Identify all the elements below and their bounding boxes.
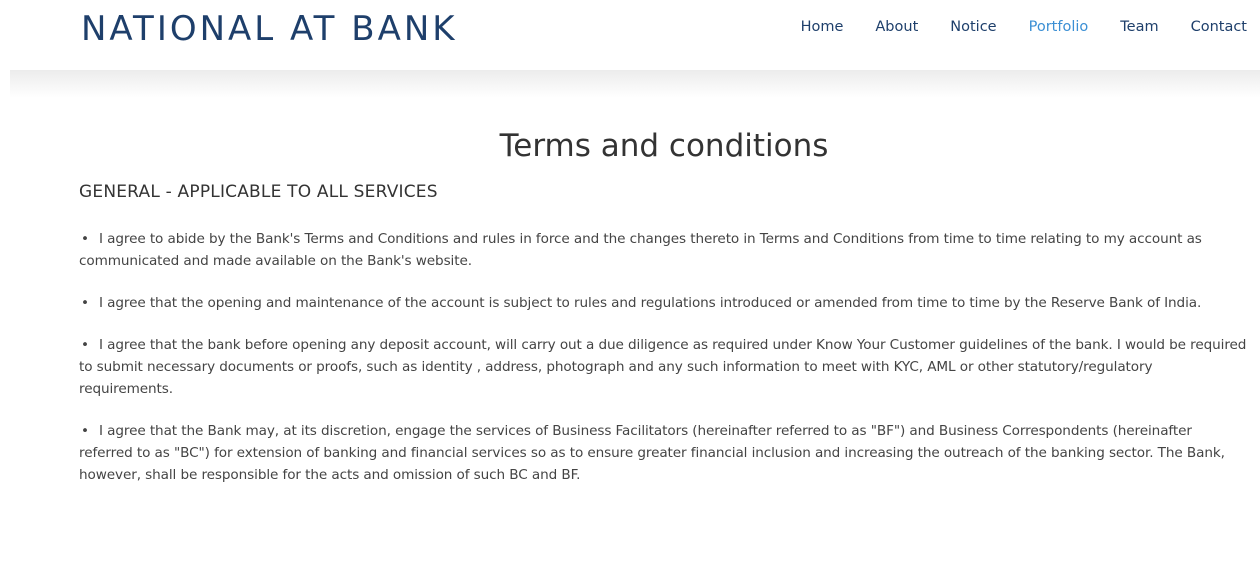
nav-portfolio[interactable]: Portfolio bbox=[1029, 19, 1089, 35]
nav-notice[interactable]: Notice bbox=[950, 19, 996, 35]
term-item: • I agree that the opening and maintenanc… bbox=[79, 292, 1249, 314]
main-content: Terms and conditions GENERAL - APPLICABL… bbox=[79, 128, 1249, 506]
term-item: • I agree to abide by the Bank's Terms an… bbox=[79, 228, 1249, 272]
header-shadow bbox=[10, 70, 1260, 98]
term-text: I agree to abide by the Bank's Terms and… bbox=[79, 231, 1202, 269]
bullet-icon: • bbox=[81, 295, 89, 311]
terms-list: • I agree to abide by the Bank's Terms an… bbox=[79, 228, 1249, 486]
nav-about[interactable]: About bbox=[875, 19, 918, 35]
section-heading: GENERAL - APPLICABLE TO ALL SERVICES bbox=[79, 182, 438, 202]
term-item: • I agree that the Bank may, at its discr… bbox=[79, 420, 1249, 486]
bullet-icon: • bbox=[81, 231, 89, 247]
nav-team[interactable]: Team bbox=[1120, 19, 1158, 35]
nav-home[interactable]: Home bbox=[801, 19, 844, 35]
main-nav: Home About Notice Portfolio Team Contact bbox=[769, 19, 1247, 35]
term-text: I agree that the bank before opening any… bbox=[79, 337, 1247, 397]
page-title: Terms and conditions bbox=[499, 128, 829, 164]
bullet-icon: • bbox=[81, 337, 89, 353]
bullet-icon: • bbox=[81, 423, 89, 439]
site-header: NATIONAL AT BANK Home About Notice Portf… bbox=[0, 0, 1260, 70]
term-item: • I agree that the bank before opening an… bbox=[79, 334, 1249, 400]
term-text: I agree that the Bank may, at its discre… bbox=[79, 423, 1225, 483]
nav-contact[interactable]: Contact bbox=[1191, 19, 1247, 35]
site-logo[interactable]: NATIONAL AT BANK bbox=[81, 9, 458, 49]
term-text: I agree that the opening and maintenance… bbox=[99, 295, 1202, 311]
